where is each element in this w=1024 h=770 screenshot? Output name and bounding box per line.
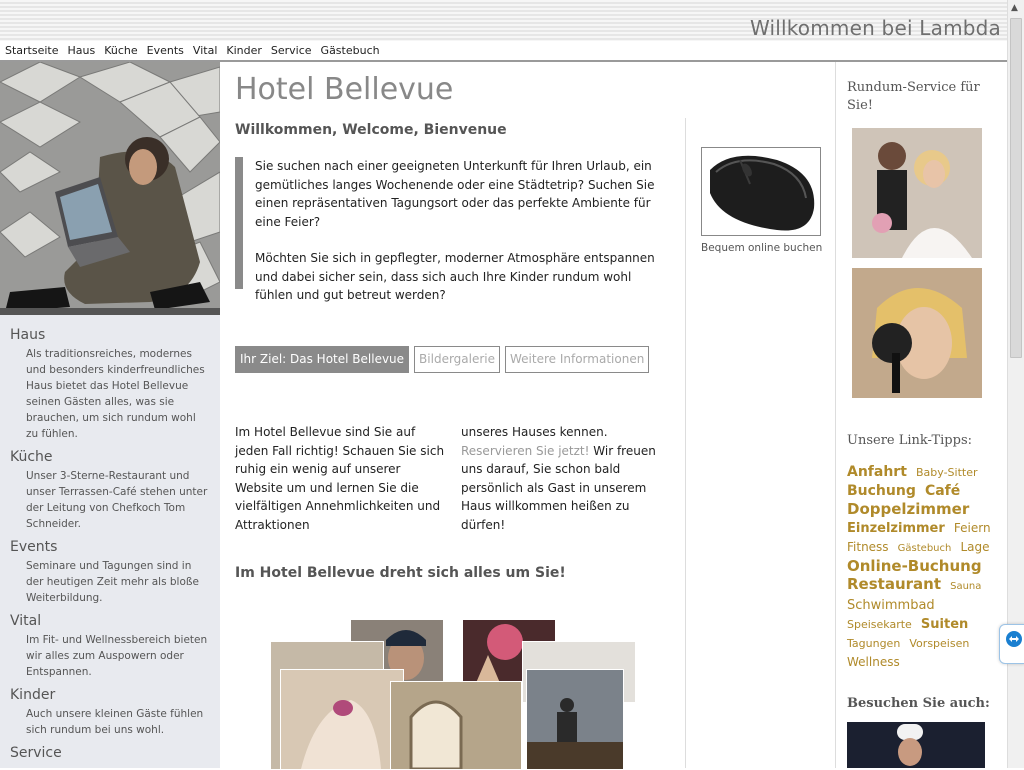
nav-gaestebuch[interactable]: Gästebuch [321, 41, 380, 60]
intro-paragraph-2: Möchten Sie sich in gepflegter, moderner… [255, 251, 655, 302]
nav-kueche[interactable]: Küche [104, 41, 137, 60]
sidebar-link-service[interactable]: Service [10, 744, 220, 762]
teamviewer-icon [1006, 631, 1022, 647]
tag-link[interactable]: Fitness [847, 540, 889, 554]
wedding-photo[interactable] [852, 128, 982, 258]
sidebar-text-events: Seminare und Tagungen sind in der heutig… [26, 560, 199, 604]
tab-hotel-bellevue[interactable]: Ihr Ziel: Das Hotel Bellevue [235, 346, 410, 373]
nav-startseite[interactable]: Startseite [5, 41, 59, 60]
sidebar-sections: Haus Als traditionsreiches, modernes und… [0, 326, 220, 768]
nav-service[interactable]: Service [271, 41, 312, 60]
photo-collage [270, 619, 636, 770]
right-divider [835, 62, 836, 768]
rundum-service-heading: Rundum-Service für Sie! [847, 80, 980, 113]
tag-link[interactable]: Tagungen [847, 637, 900, 650]
tag-link[interactable]: Wellness [847, 655, 900, 669]
tag-link[interactable]: Suiten [921, 617, 968, 632]
sidebar-link-kueche[interactable]: Küche [10, 448, 220, 466]
scroll-up-icon[interactable]: ▲ [1011, 3, 1018, 13]
besuchen-heading: Besuchen Sie auch: [847, 696, 990, 711]
section-heading: Im Hotel Bellevue dreht sich alles um Si… [235, 565, 566, 581]
tag-link[interactable]: Gästebuch [898, 543, 952, 554]
collage-photo-meeting [526, 669, 624, 770]
link-tipps-heading: Unsere Link-Tipps: [847, 433, 972, 448]
tag-link[interactable]: Schwimmbad [847, 598, 935, 613]
tag-link[interactable]: Restaurant [847, 575, 941, 593]
text-column-2: unseres Hauses kennen. Reservieren Sie j… [461, 423, 671, 534]
tag-link[interactable]: Vorspeisen [909, 637, 969, 650]
reservieren-link[interactable]: Reservieren Sie jetzt! [461, 444, 589, 458]
tag-link[interactable]: Baby-Sitter [916, 466, 978, 479]
tag-link[interactable]: Einzelzimmer [847, 521, 945, 536]
page-title: Hotel Bellevue [235, 72, 454, 107]
nav-haus[interactable]: Haus [68, 41, 96, 60]
tab-bildergalerie[interactable]: Bildergalerie [414, 346, 501, 373]
sidebar-section-kinder: Kinder Auch unsere kleinen Gäste fühlen … [10, 686, 220, 738]
col2-text-pre: unseres Hauses kennen. [461, 425, 608, 439]
sidebar-section-vital: Vital Im Fit- und Wellnessbereich bieten… [10, 612, 220, 680]
tag-link[interactable]: Speisekarte [847, 618, 912, 631]
sidebar-section-kueche: Küche Unser 3-Sterne-Restaurant und unse… [10, 448, 220, 532]
tag-link[interactable]: Lage [960, 540, 989, 554]
site-brand: Willkommen bei Lambda [749, 16, 1001, 40]
tab-weitere-informationen[interactable]: Weitere Informationen [505, 346, 650, 373]
collage-photo-wellness [280, 669, 404, 770]
sidebar-section-haus: Haus Als traditionsreiches, modernes und… [10, 326, 220, 442]
businessman-laptop-photo [0, 62, 220, 315]
tag-cloud: Anfahrt Baby-Sitter Buchung Café Doppelz… [847, 462, 1007, 671]
tag-link[interactable]: Buchung [847, 483, 916, 499]
chef-photo[interactable] [847, 722, 985, 768]
sidebar-section-service: Service [10, 744, 220, 762]
content-divider [685, 118, 686, 768]
content-tabs: Ihr Ziel: Das Hotel Bellevue Bildergaler… [235, 346, 654, 373]
sidebar-link-vital[interactable]: Vital [10, 612, 220, 630]
tag-link[interactable]: Café [925, 483, 960, 499]
sidebar-link-haus[interactable]: Haus [10, 326, 220, 344]
nav-vital[interactable]: Vital [193, 41, 217, 60]
sidebar-text-haus: Als traditionsreiches, modernes und beso… [26, 348, 205, 440]
collage-photo-lobby [390, 681, 522, 770]
tag-link[interactable]: Sauna [950, 581, 981, 592]
online-booking-caption: Bequem online buchen [701, 242, 823, 254]
tag-link[interactable]: Anfahrt [847, 464, 907, 480]
sidebar-link-kinder[interactable]: Kinder [10, 686, 220, 704]
tag-link[interactable]: Online-Buchung [847, 557, 982, 575]
sidebar-link-events[interactable]: Events [10, 538, 220, 556]
intro-paragraph-1: Sie suchen nach einer geeigneten Unterku… [255, 159, 655, 229]
main-nav: Startseite Haus Küche Events Vital Kinde… [0, 41, 1007, 62]
teamviewer-widget[interactable] [999, 624, 1024, 664]
scrollbar-thumb[interactable] [1010, 18, 1022, 358]
left-sidebar: Haus Als traditionsreiches, modernes und… [0, 62, 220, 768]
online-booking-image[interactable] [701, 147, 821, 236]
page-subtitle: Willkommen, Welcome, Bienvenue [235, 122, 507, 138]
intro-quote: Sie suchen nach einer geeigneten Unterku… [235, 157, 672, 302]
nav-kinder[interactable]: Kinder [226, 41, 262, 60]
text-columns: Im Hotel Bellevue sind Sie auf jeden Fal… [235, 423, 671, 534]
tag-link[interactable]: Doppelzimmer [847, 500, 969, 518]
sidebar-text-kinder: Auch unsere kleinen Gäste fühlen sich ru… [26, 708, 204, 736]
text-column-1: Im Hotel Bellevue sind Sie auf jeden Fal… [235, 425, 445, 532]
tag-link[interactable]: Feiern [954, 521, 991, 535]
sidebar-text-kueche: Unser 3-Sterne-Restaurant und unser Terr… [26, 470, 208, 530]
sidebar-text-vital: Im Fit- und Wellnessbereich bieten wir a… [26, 634, 208, 678]
nav-events[interactable]: Events [147, 41, 184, 60]
woman-mirror-photo[interactable] [852, 268, 982, 398]
sidebar-section-events: Events Seminare und Tagungen sind in der… [10, 538, 220, 606]
